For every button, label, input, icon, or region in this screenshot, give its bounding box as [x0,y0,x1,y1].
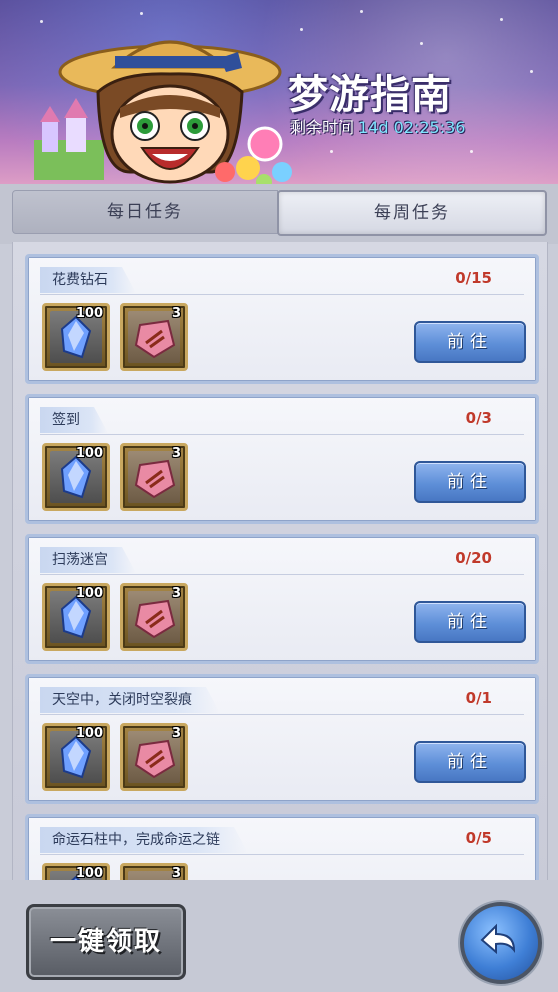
reward-slot[interactable]: 100 [42,723,110,791]
task-progress: 0/20 [455,549,492,567]
reward-slot[interactable]: 100 [42,863,110,880]
task-name: 签到 [40,407,108,433]
task-name: 命运石柱中，完成命运之链 [40,827,248,853]
reward-quantity: 3 [171,586,181,601]
divider [40,434,524,435]
go-button[interactable]: 前往 [414,461,526,503]
task-card: 花费钻石 0/15 100 3 前往 [25,254,539,384]
divider [40,854,524,855]
timer-label: 剩余时间 [290,118,355,137]
task-progress: 0/1 [465,689,492,707]
task-name: 花费钻石 [40,267,136,293]
reward-slot[interactable]: 100 [42,583,110,651]
task-card: 扫荡迷宫 0/20 100 3 前往 [25,534,539,664]
tab-daily-tasks[interactable]: 每日任务 [12,190,278,234]
task-progress: 0/5 [465,829,492,847]
character-portrait [34,40,292,188]
divider [40,574,524,575]
go-button[interactable]: 前往 [414,321,526,363]
divider [40,714,524,715]
reward-quantity: 3 [171,306,181,321]
task-card: 签到 0/3 100 3 前往 [25,394,539,524]
task-progress: 0/15 [455,269,492,287]
reward-slot[interactable]: 3 [120,723,188,791]
reward-slot[interactable]: 100 [42,303,110,371]
reward-quantity: 3 [171,446,181,461]
reward-slot[interactable]: 3 [120,583,188,651]
task-card: 天空中，关闭时空裂痕 0/1 100 3 前往 [25,674,539,804]
back-button[interactable] [460,902,542,984]
reward-quantity: 3 [171,726,181,741]
event-banner: 梦游指南 剩余时间 14d 02:25:36 [0,0,558,188]
tab-weekly-tasks[interactable]: 每周任务 [277,190,547,236]
reward-quantity: 3 [171,866,181,880]
go-button[interactable]: 前往 [414,601,526,643]
reward-quantity: 100 [75,306,103,321]
go-button[interactable]: 前往 [414,741,526,783]
task-list[interactable]: 花费钻石 0/15 100 3 前往 签到 0/3 100 3 前往 扫荡迷宫 … [12,242,548,880]
castle-icon [34,98,104,180]
claim-all-button[interactable]: 一键领取 [26,904,186,980]
task-name: 天空中，关闭时空裂痕 [40,687,220,713]
task-progress: 0/3 [465,409,492,427]
reward-quantity: 100 [75,726,103,741]
event-title: 梦游指南 [288,72,452,118]
task-name: 扫荡迷宫 [40,547,136,573]
task-card: 命运石柱中，完成命运之链 0/5 100 3 前往 [25,814,539,880]
reward-slot[interactable]: 100 [42,443,110,511]
reward-quantity: 100 [75,586,103,601]
timer-value: 14d 02:25:36 [358,118,466,137]
divider [40,294,524,295]
reward-slot[interactable]: 3 [120,303,188,371]
back-arrow-icon [480,923,516,955]
reward-slot[interactable]: 3 [120,443,188,511]
reward-quantity: 100 [75,446,103,461]
reward-slot[interactable]: 3 [120,863,188,880]
reward-quantity: 100 [75,866,103,880]
countdown-timer: 剩余时间 14d 02:25:36 [290,114,465,138]
